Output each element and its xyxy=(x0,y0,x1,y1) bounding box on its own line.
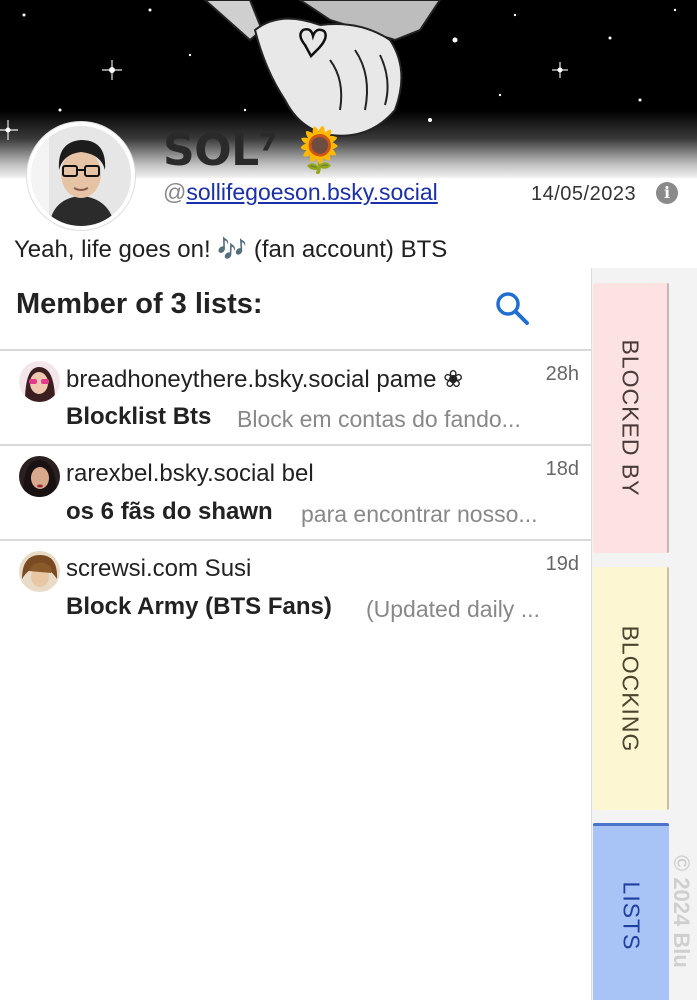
handle-row: @sollifegoeson.bsky.social xyxy=(163,179,438,206)
profile-avatar[interactable] xyxy=(27,122,135,230)
list-title[interactable]: Blocklist Bts xyxy=(66,403,211,431)
list-description: para encontrar nosso... xyxy=(301,501,538,527)
tab-blocked-by-label: BLOCKED BY xyxy=(617,339,644,497)
list-age: 19d xyxy=(545,553,579,575)
handle-link[interactable]: sollifegoeson.bsky.social xyxy=(186,179,437,205)
joined-date: 14/05/2023 xyxy=(531,183,637,205)
avatar-image xyxy=(19,551,60,592)
list-owner-avatar xyxy=(19,456,60,497)
search-button[interactable] xyxy=(492,288,532,328)
list-title[interactable]: os 6 fãs do shawn xyxy=(66,498,273,526)
tab-blocking-label: BLOCKING xyxy=(617,625,644,752)
info-icon[interactable]: i xyxy=(656,182,678,204)
list-owner[interactable]: screwsi.com Susi xyxy=(66,555,251,583)
tab-lists[interactable]: LISTS xyxy=(593,823,669,1000)
list-description: Block em contas do fando... xyxy=(237,406,521,432)
list-description: (Updated daily ... xyxy=(366,596,540,622)
copyright-notice: © 2024 Blu xyxy=(668,855,697,1000)
handle-prefix: @ xyxy=(163,179,187,205)
list-owner-avatar xyxy=(19,551,60,592)
list-item[interactable]: screwsi.com Susi 19d Block Army (BTS Fan… xyxy=(0,539,591,634)
list-item[interactable]: rarexbel.bsky.social bel 18d os 6 fãs do… xyxy=(0,444,591,539)
copyright-text: © 2024 Blu xyxy=(669,855,694,968)
list-item[interactable]: breadhoneythere.bsky.social pame ❀ 28h B… xyxy=(0,349,591,444)
list-title[interactable]: Block Army (BTS Fans) xyxy=(66,593,332,621)
search-icon xyxy=(496,292,529,325)
tab-blocking[interactable]: BLOCKING xyxy=(593,567,669,810)
avatar-image xyxy=(19,456,60,497)
profile-avatar-image xyxy=(31,126,131,226)
tab-blocked-by[interactable]: BLOCKED BY xyxy=(593,283,669,553)
list-owner[interactable]: rarexbel.bsky.social bel xyxy=(66,460,314,488)
lists-header: Member of 3 lists: xyxy=(16,288,263,320)
list-owner[interactable]: breadhoneythere.bsky.social pame ❀ xyxy=(66,365,463,394)
display-name: SOL⁷ 🌻 xyxy=(163,125,347,176)
list-age: 18d xyxy=(545,458,579,480)
list-owner-avatar xyxy=(19,361,60,402)
profile-bio: Yeah, life goes on! 🎶 (fan account) BTS xyxy=(14,236,448,263)
list-age: 28h xyxy=(545,363,579,385)
tab-lists-label: LISTS xyxy=(618,881,645,951)
avatar-image xyxy=(19,361,60,402)
